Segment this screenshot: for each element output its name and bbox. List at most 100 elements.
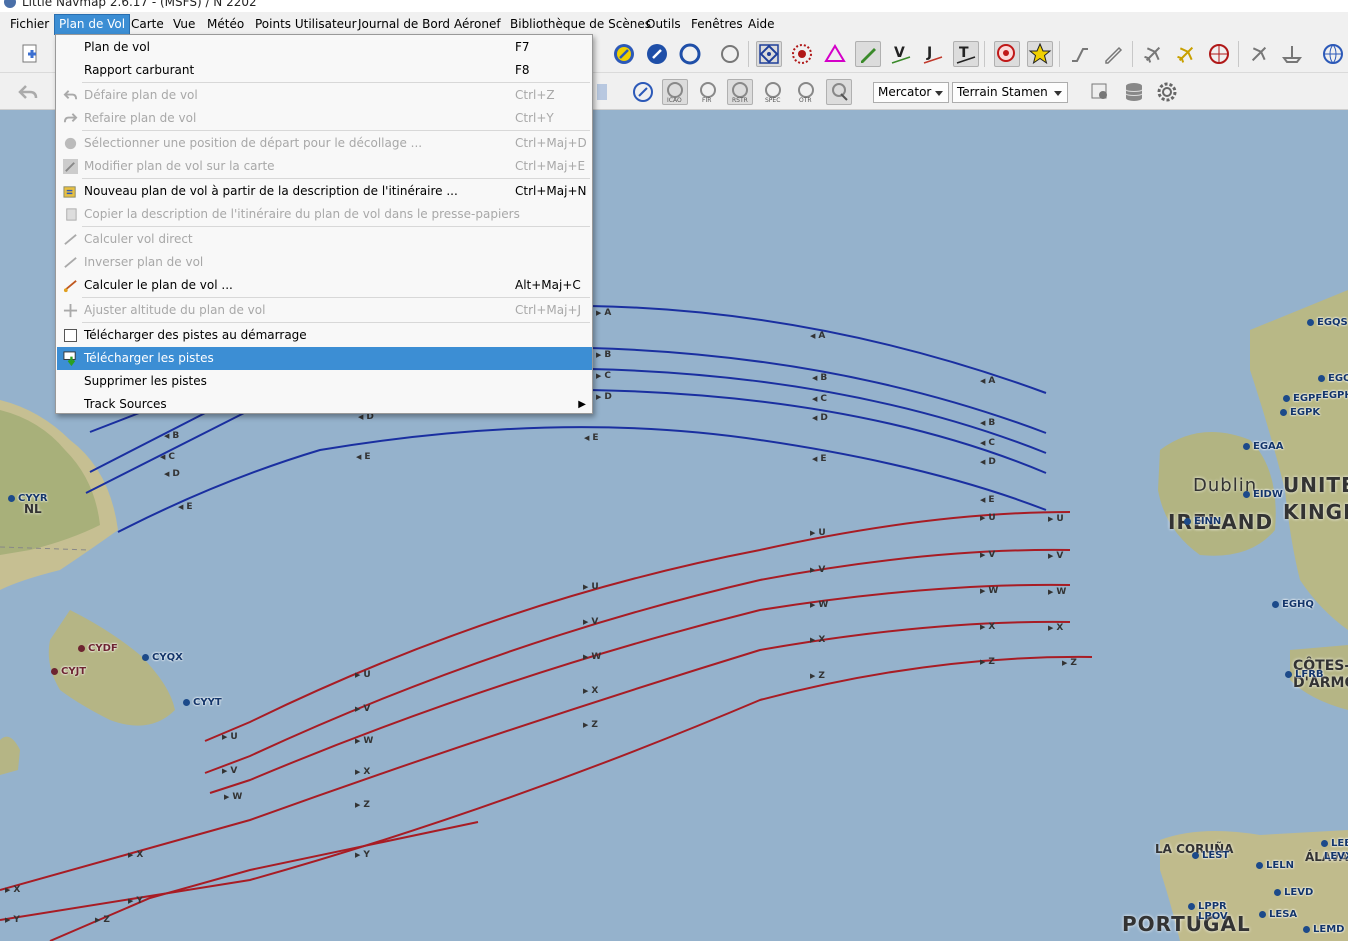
copy-route-icon xyxy=(66,208,77,221)
menu-item-supprimer-pistes[interactable]: Supprimer les pistes xyxy=(57,370,592,393)
airport-label[interactable]: LEVX xyxy=(1324,851,1348,862)
menu-fichier[interactable]: Fichier xyxy=(6,15,53,35)
airport-label[interactable]: EGQK xyxy=(1318,373,1348,384)
pencil-icon[interactable] xyxy=(855,41,881,67)
menu-item-defaire[interactable]: Défaire plan de vol Ctrl+Z xyxy=(57,84,592,107)
ai-ship-icon[interactable] xyxy=(1279,41,1305,67)
ai-aircraft-icon[interactable] xyxy=(1246,41,1272,67)
menu-aeronef[interactable]: Aéronef xyxy=(450,15,505,35)
aircraft-track-icon[interactable] xyxy=(1173,41,1199,67)
svg-text:OTR: OTR xyxy=(799,97,812,104)
track-label: Z xyxy=(980,657,995,667)
menu-item-rapport-carburant[interactable]: Rapport carburant F8 xyxy=(57,59,592,82)
airspace-settings-icon[interactable] xyxy=(826,79,852,105)
edit-route-icon[interactable] xyxy=(1100,41,1126,67)
chevron-down-icon xyxy=(935,91,943,96)
airport-label[interactable]: EGPH xyxy=(1322,390,1348,401)
airport-label[interactable]: CYJT xyxy=(51,666,86,677)
menu-fenetres[interactable]: Fenêtres xyxy=(687,15,747,35)
map-details-icon[interactable] xyxy=(1087,79,1113,105)
airport-label[interactable]: EGQS xyxy=(1307,317,1348,328)
menu-item-telecharger-pistes[interactable]: Télécharger les pistes xyxy=(57,347,592,370)
menu-plan-de-vol[interactable]: Plan de Vol xyxy=(53,14,131,36)
back-icon[interactable] xyxy=(15,79,41,105)
airport-label[interactable]: CYYT xyxy=(183,697,222,708)
user-points-icon[interactable] xyxy=(994,41,1020,67)
menu-item-refaire[interactable]: Refaire plan de vol Ctrl+Y xyxy=(57,107,592,130)
database-icon[interactable] xyxy=(1121,79,1147,105)
restricted-rstr-icon[interactable]: RSTR xyxy=(727,79,753,105)
restricted-airspace-icon[interactable] xyxy=(789,41,815,67)
airport-label[interactable]: EIDW xyxy=(1243,489,1283,500)
compass-rose-icon[interactable] xyxy=(1206,41,1232,67)
airport-label[interactable]: LESA xyxy=(1259,909,1297,920)
airport-label[interactable]: EGPK xyxy=(1280,407,1320,418)
menu-item-nouveau-plan-description[interactable]: Nouveau plan de vol à partir de la descr… xyxy=(57,180,592,203)
menu-item-plan-de-vol[interactable]: Plan de vol F7 xyxy=(57,36,592,59)
special-airspace-icon[interactable]: SPEC xyxy=(760,79,786,105)
flightplan-line-icon[interactable] xyxy=(1067,41,1093,67)
menu-carte[interactable]: Carte xyxy=(127,15,168,35)
star-icon[interactable] xyxy=(1027,41,1053,67)
icao-airspace-icon[interactable]: ICAO xyxy=(662,79,688,105)
other-airspace-icon[interactable]: OTR xyxy=(793,79,819,105)
projection-select[interactable]: Mercator xyxy=(873,82,949,103)
aircraft-icon[interactable] xyxy=(1140,41,1166,67)
triangle-waypoint-icon[interactable] xyxy=(822,41,848,67)
menu-item-telecharger-demarrage[interactable]: Télécharger des pistes au démarrage xyxy=(57,324,592,347)
gear-icon[interactable] xyxy=(1154,79,1180,105)
menu-item-vol-direct[interactable]: Calculer vol direct xyxy=(57,228,592,251)
menu-item-modifier-carte[interactable]: Modifier plan de vol sur la carte Ctrl+M… xyxy=(57,155,592,178)
menu-bibliotheque-de-scenes[interactable]: Bibliothèque de Scènes xyxy=(506,15,655,35)
airport-label[interactable]: LELN xyxy=(1256,860,1294,871)
airport-label[interactable]: CYQX xyxy=(142,652,183,663)
menu-journal-de-bord[interactable]: Journal de Bord xyxy=(354,15,454,35)
track-label: Z xyxy=(355,800,370,810)
menu-points-utilisateur[interactable]: Points Utilisateur xyxy=(251,15,361,35)
map-theme-select[interactable]: Terrain Stamen xyxy=(952,82,1068,103)
track-label: W xyxy=(224,792,242,802)
navaid-icon[interactable] xyxy=(630,79,656,105)
toolbar-separator xyxy=(1132,41,1133,67)
tracks-icon[interactable]: T xyxy=(953,41,979,67)
menu-separator xyxy=(82,178,590,179)
menu-vue[interactable]: Vue xyxy=(169,15,199,35)
menu-aide[interactable]: Aide xyxy=(744,15,779,35)
svg-text:SPEC: SPEC xyxy=(765,97,780,104)
menu-outils[interactable]: Outils xyxy=(642,15,685,35)
jet-airways-icon[interactable]: J xyxy=(920,41,946,67)
airspace-icon[interactable] xyxy=(756,41,782,67)
airport-label[interactable]: CYYR xyxy=(8,493,48,504)
airport-label[interactable]: LEMD xyxy=(1303,924,1344,935)
globe-icon[interactable] xyxy=(1320,41,1346,67)
airport-label[interactable]: EGPF xyxy=(1283,393,1322,404)
ils-icon[interactable] xyxy=(717,41,743,67)
fir-airspace-icon[interactable]: FIR xyxy=(695,79,721,105)
track-label: Z xyxy=(810,671,825,681)
airport-label[interactable]: LEBB xyxy=(1321,838,1348,849)
menu-item-calculer-plan[interactable]: Calculer le plan de vol ... Alt+Maj+C xyxy=(57,274,592,297)
airport-label[interactable]: LFRB xyxy=(1285,669,1324,680)
startup-download-checkbox[interactable] xyxy=(64,329,77,342)
menu-item-inverser[interactable]: Inverser plan de vol xyxy=(57,251,592,274)
map-theme-value: Terrain Stamen xyxy=(957,85,1048,99)
waypoint-circle-icon[interactable] xyxy=(677,41,703,67)
track-label: U xyxy=(1048,514,1063,524)
airport-label[interactable]: LEVD xyxy=(1274,887,1313,898)
vor-icon[interactable] xyxy=(611,41,637,67)
menu-item-track-sources[interactable]: Track Sources ▶ xyxy=(57,393,592,416)
airport-label[interactable]: EGAA xyxy=(1243,441,1284,452)
new-flightplan-icon[interactable] xyxy=(17,41,43,67)
airport-label[interactable]: EGHQ xyxy=(1272,599,1314,610)
victor-airways-icon[interactable]: V xyxy=(888,41,914,67)
airport-label[interactable]: LEST xyxy=(1192,850,1229,861)
menu-item-ajuster-altitude[interactable]: Ajuster altitude du plan de vol Ctrl+Maj… xyxy=(57,299,592,322)
menu-meteo[interactable]: Météo xyxy=(203,15,248,35)
airport-label[interactable]: LPOV xyxy=(1198,911,1228,922)
ndb-icon[interactable] xyxy=(644,41,670,67)
airport-label[interactable]: CYDF xyxy=(78,643,118,654)
menu-item-copier-description[interactable]: Copier la description de l'itinéraire du… xyxy=(57,203,592,226)
track-label: C xyxy=(160,452,175,462)
menu-item-position-depart[interactable]: Sélectionner une position de départ pour… xyxy=(57,132,592,155)
airport-label[interactable]: EINN xyxy=(1184,516,1221,527)
